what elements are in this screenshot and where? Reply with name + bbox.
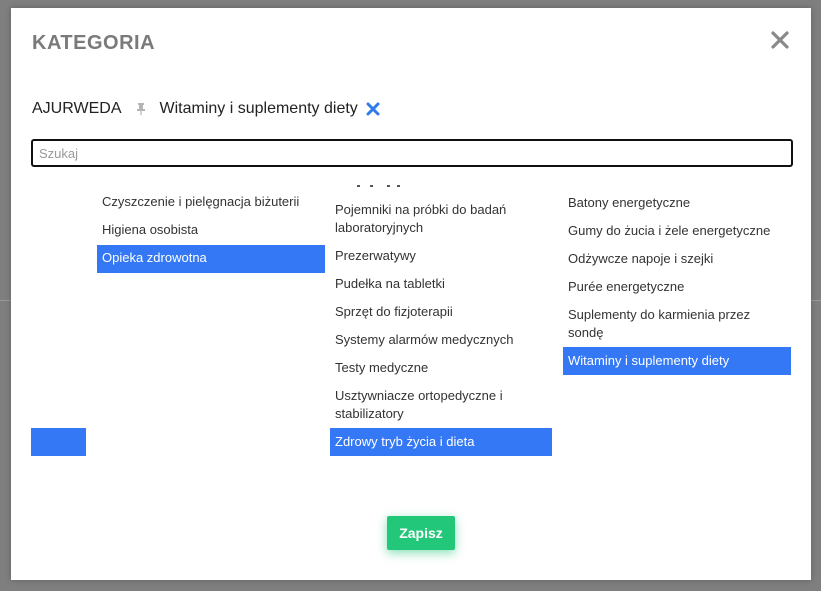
scrolled-item-remnant [337,185,417,189]
category-modal: KATEGORIA AJURWEDA Witaminy i suplementy… [11,8,811,580]
category-item[interactable]: Odżywcze napoje i szejki [563,250,791,268]
category-item[interactable]: Batony energetyczne [563,194,791,212]
category-item-label: Pudełka na tabletki [335,276,445,291]
category-item[interactable]: Testy medyczne [330,359,552,377]
category-item-label: Batony energetyczne [568,195,691,210]
search-input[interactable] [31,139,793,167]
save-button[interactable]: Zapisz [387,516,455,550]
category-item-label: Odżywcze napoje i szejki [568,251,714,266]
modal-title: KATEGORIA [32,32,156,54]
category-item-selected[interactable]: Opieka zdrowotna [97,245,325,273]
close-icon [771,31,789,49]
category-item-selected[interactable]: Zdrowy tryb życia i dieta [330,428,552,456]
category-item-label: Systemy alarmów medycznych [335,332,514,347]
category-item-label: Gumy do żucia i żele energetyczne [568,223,771,238]
category-item[interactable]: Prezerwatywy [330,247,552,265]
category-item[interactable]: Gumy do żucia i żele energetyczne [563,222,791,240]
category-item-label: Sprzęt do fizjoterapii [335,304,453,319]
category-item-label: Suplementy do karmienia przez sondę [568,307,751,340]
category-item-label: Pojemniki na próbki do badań laboratoryj… [335,202,507,235]
breadcrumb-item-current[interactable]: Witaminy i suplementy diety [160,100,358,118]
breadcrumb: AJURWEDA Witaminy i suplementy diety [32,98,380,120]
category-item-label: Witaminy i suplementy diety [568,353,730,368]
category-item-label: Usztywniacze ortopedyczne i stabilizator… [335,388,503,421]
category-item-label: Czyszczenie i pielęgnacja biżuterii [102,194,300,209]
category-item[interactable]: Systemy alarmów medycznych [330,331,552,349]
category-item[interactable]: Pudełka na tabletki [330,275,552,293]
category-item-label: Purée energetyczne [568,279,685,294]
category-item[interactable]: Usztywniacze ortopedyczne i stabilizator… [330,387,552,423]
category-item-selected[interactable]: Witaminy i suplementy diety [563,347,791,375]
close-button[interactable] [769,29,791,51]
category-item-label: Zdrowy tryb życia i dieta [335,434,475,449]
category-item[interactable]: Czyszczenie i pielęgnacja biżuterii [97,193,325,211]
collapsed-column-selection[interactable] [31,428,86,456]
backdrop-line [0,300,11,301]
backdrop-line [811,300,821,301]
pin-icon [136,103,145,115]
remove-icon[interactable] [366,102,380,116]
category-item[interactable]: Purée energetyczne [563,278,791,296]
category-item-label: Prezerwatywy [335,248,416,263]
category-item[interactable]: Higiena osobista [97,221,325,239]
category-item[interactable]: Sprzęt do fizjoterapii [330,303,552,321]
breadcrumb-item-root[interactable]: AJURWEDA [32,100,122,118]
category-item-label: Opieka zdrowotna [102,250,207,265]
category-item-label: Higiena osobista [102,222,199,237]
category-item-label: Testy medyczne [335,360,429,375]
category-item[interactable]: Suplementy do karmienia przez sondę [563,306,791,342]
category-item[interactable]: Pojemniki na próbki do badań laboratoryj… [330,201,552,237]
